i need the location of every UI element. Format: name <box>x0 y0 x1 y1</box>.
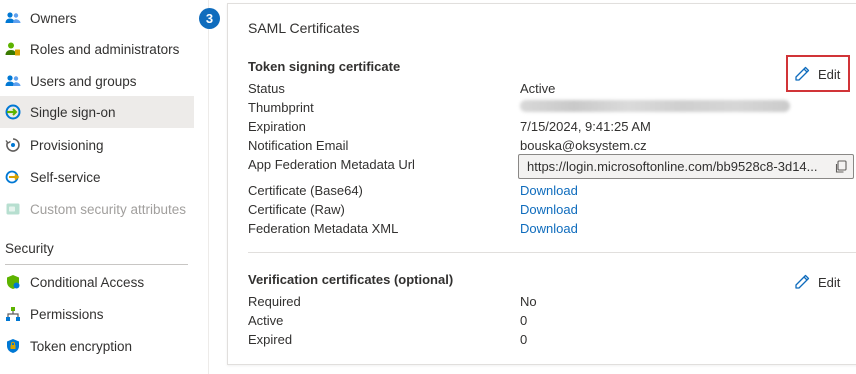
permissions-icon <box>5 306 21 322</box>
sidebar-item-label: Conditional Access <box>30 274 145 290</box>
thumbprint-value-redacted <box>520 100 790 112</box>
sidebar-item-label: Permissions <box>30 306 104 322</box>
certificate-base64-label: Certificate (Base64) <box>248 183 363 198</box>
sidebar-item-label: Roles and administrators <box>30 41 180 57</box>
section-divider <box>5 264 188 265</box>
sidebar-item-label: Self-service <box>30 169 101 185</box>
sidebar-item-single-sign-on[interactable]: Single sign-on <box>0 96 194 128</box>
sidebar-item-conditional-access[interactable]: Conditional Access <box>0 266 194 298</box>
saml-certificates-card: SAML Certificates Token signing certific… <box>227 3 856 365</box>
metadata-url-value: https://login.microsoftonline.com/bb9528… <box>527 159 818 174</box>
copy-icon[interactable] <box>834 160 848 174</box>
sidebar-item-custom-security-attributes[interactable]: Custom security attributes <box>0 193 194 225</box>
edit-token-signing-button[interactable]: Edit <box>794 66 840 82</box>
pencil-icon <box>795 66 810 81</box>
provisioning-icon <box>5 137 21 153</box>
thumbprint-label: Thumbprint <box>248 100 314 115</box>
conditional-access-icon <box>5 274 21 290</box>
sidebar: Owners Roles and administrators Users an… <box>0 0 209 374</box>
step-number-badge: 3 <box>199 8 220 29</box>
sidebar-item-label: Token encryption <box>30 338 133 354</box>
verification-heading: Verification certificates (optional) <box>248 272 454 287</box>
roles-icon <box>5 41 21 57</box>
sidebar-item-label: Single sign-on <box>30 104 116 120</box>
single-sign-on-icon <box>5 104 21 120</box>
sidebar-item-self-service[interactable]: Self-service <box>0 161 194 193</box>
token-signing-heading: Token signing certificate <box>248 59 401 74</box>
sidebar-item-token-encryption[interactable]: Token encryption <box>0 330 194 362</box>
sidebar-item-owners[interactable]: Owners <box>0 2 194 34</box>
edit-label: Edit <box>818 274 841 290</box>
self-service-icon <box>5 169 21 185</box>
certificate-raw-label: Certificate (Raw) <box>248 202 345 217</box>
download-base64-link[interactable]: Download <box>520 183 578 198</box>
expiration-value: 7/15/2024, 9:41:25 AM <box>520 119 651 134</box>
sidebar-item-provisioning[interactable]: Provisioning <box>0 129 194 161</box>
edit-verification-button[interactable]: Edit <box>794 274 840 290</box>
metadata-url-field[interactable]: https://login.microsoftonline.com/bb9528… <box>518 154 854 179</box>
sidebar-item-label: Custom security attributes <box>30 201 187 217</box>
required-value: No <box>520 294 537 309</box>
edit-label: Edit <box>818 66 841 82</box>
sidebar-item-users-and-groups[interactable]: Users and groups <box>0 65 194 97</box>
active-label: Active <box>248 313 284 328</box>
section-divider <box>248 252 856 253</box>
expired-value: 0 <box>520 332 528 347</box>
notification-email-label: Notification Email <box>248 138 349 153</box>
required-label: Required <box>248 294 301 309</box>
token-encryption-icon <box>5 338 21 354</box>
sidebar-item-label: Provisioning <box>30 137 104 153</box>
sidebar-item-label: Owners <box>30 10 77 26</box>
pencil-icon <box>795 274 810 289</box>
federation-metadata-xml-label: Federation Metadata XML <box>248 221 399 236</box>
users-groups-icon <box>5 73 21 89</box>
sidebar-item-roles[interactable]: Roles and administrators <box>0 33 194 65</box>
sidebar-item-permissions[interactable]: Permissions <box>0 298 194 330</box>
expiration-label: Expiration <box>248 119 306 134</box>
owners-icon <box>5 10 21 26</box>
download-metadata-xml-link[interactable]: Download <box>520 221 578 236</box>
active-value: 0 <box>520 313 528 328</box>
status-value: Active <box>520 81 556 96</box>
metadata-url-label: App Federation Metadata Url <box>248 157 415 172</box>
notification-email-value: bouska@oksystem.cz <box>520 138 647 153</box>
status-label: Status <box>248 81 285 96</box>
card-title: SAML Certificates <box>248 20 360 36</box>
expired-label: Expired <box>248 332 293 347</box>
download-raw-link[interactable]: Download <box>520 202 578 217</box>
sidebar-item-label: Users and groups <box>30 73 137 89</box>
security-section-title: Security <box>5 241 54 256</box>
custom-attributes-icon <box>5 201 21 217</box>
